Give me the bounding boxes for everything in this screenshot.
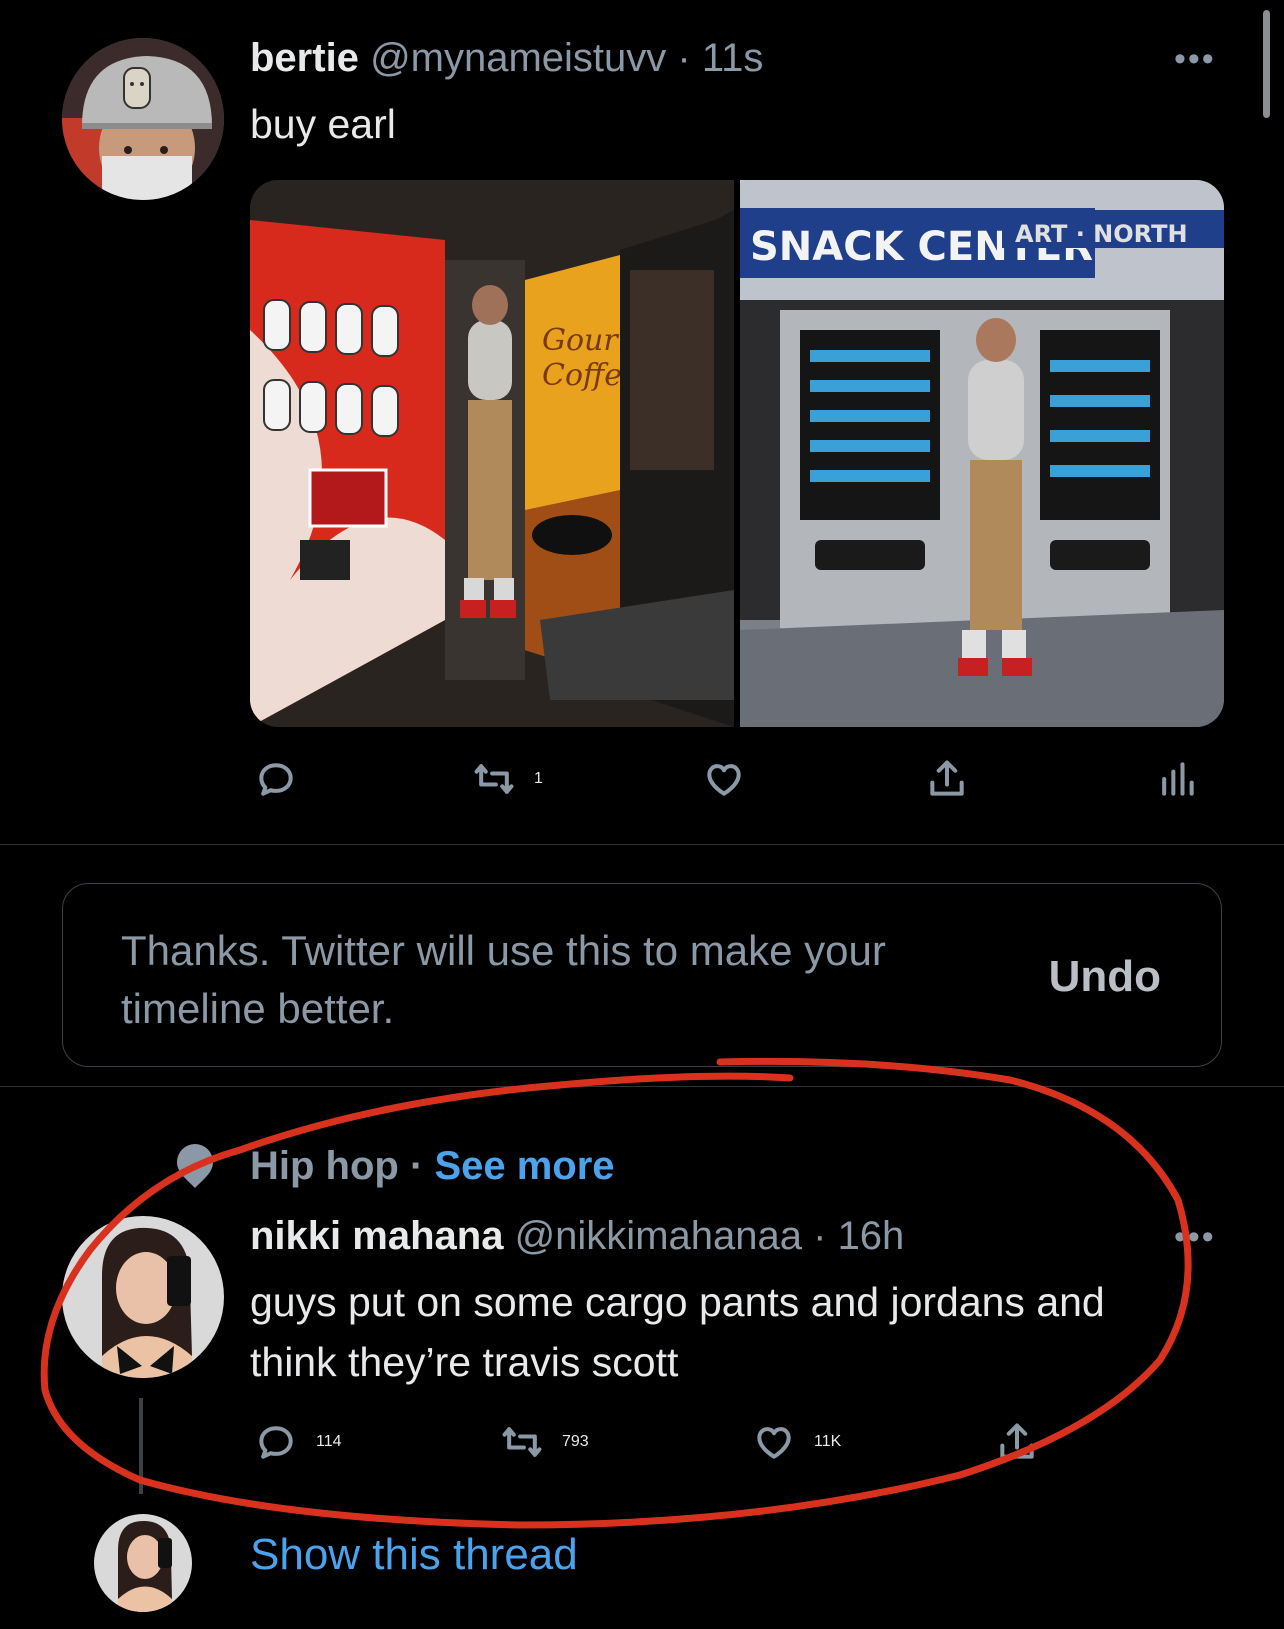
more-horizontal-icon[interactable]: ••• [1174, 40, 1216, 79]
thread-avatar[interactable] [94, 1514, 192, 1612]
retweet-icon [474, 764, 514, 794]
share-button[interactable] [995, 1420, 1039, 1464]
topic-icon [177, 1144, 213, 1188]
retweet-count: 793 [562, 1433, 589, 1450]
social-context: Hip hop · See more [250, 1144, 615, 1189]
avatar[interactable] [62, 1216, 224, 1378]
timestamp[interactable]: 16h [838, 1214, 905, 1258]
like-button[interactable]: 11K [752, 1420, 841, 1464]
feedback-notice: Thanks. Twitter will use this to make yo… [62, 883, 1222, 1067]
avatar[interactable] [62, 38, 224, 200]
photo-snack-center[interactable]: SNACK CENTER ART · NORTH [740, 180, 1224, 727]
photo-vending-coffee[interactable]: Gourmet Coffee [250, 180, 734, 727]
tweet-text: buy earl [250, 101, 396, 147]
share-icon [1000, 1423, 1034, 1459]
retweet-count: 1 [534, 770, 543, 787]
analytics-button[interactable] [1155, 757, 1199, 801]
separator-dot: · [677, 36, 691, 80]
tweet-header: nikki mahana @nikkimahanaa · 16h [250, 1214, 904, 1259]
timestamp[interactable]: 11s [702, 36, 764, 80]
divider [0, 844, 1284, 845]
analytics-icon [1162, 762, 1194, 796]
like-count: 11K [814, 1433, 842, 1450]
retweet-button[interactable]: 1 [472, 757, 543, 801]
reply-count: 114 [316, 1433, 342, 1450]
share-button[interactable] [925, 757, 969, 801]
separator-dot: · [813, 1214, 827, 1258]
thread-connector [139, 1398, 143, 1494]
retweet-button[interactable]: 793 [500, 1420, 589, 1464]
reply-icon [259, 1426, 293, 1459]
display-name[interactable]: nikki mahana [250, 1214, 503, 1258]
tweet-bertie[interactable]: bertie @mynameistuvv · 11s ••• buy earl [0, 0, 1284, 840]
show-thread-link[interactable]: Show this thread [250, 1530, 578, 1580]
reply-button[interactable]: 114 [254, 1420, 342, 1464]
retweet-icon [502, 1427, 542, 1457]
handle[interactable]: @nikkimahanaa [515, 1214, 802, 1258]
divider [0, 1086, 1284, 1087]
handle[interactable]: @mynameistuvv [370, 36, 666, 80]
reply-button[interactable] [254, 757, 316, 801]
like-icon [707, 764, 741, 796]
share-icon [930, 760, 964, 796]
media-grid[interactable]: Gourmet Coffee SNACK CENTER ART · NORTH [250, 180, 1224, 727]
reply-icon [259, 763, 293, 796]
display-name[interactable]: bertie [250, 36, 359, 80]
like-icon [757, 1427, 791, 1459]
topic-label[interactable]: Hip hop [250, 1144, 399, 1188]
more-horizontal-icon[interactable]: ••• [1174, 1218, 1216, 1257]
see-more-link[interactable]: See more [434, 1144, 614, 1188]
like-button[interactable] [702, 757, 764, 801]
undo-button[interactable]: Undo [1049, 952, 1161, 1002]
art-north-sign: ART · NORTH [1015, 220, 1188, 248]
tweet-text: guys put on some cargo pants and jordans… [250, 1279, 1105, 1385]
tweet-header: bertie @mynameistuvv · 11s [250, 36, 763, 81]
separator-dot: · [409, 1144, 424, 1188]
notice-text: Thanks. Twitter will use this to make yo… [121, 927, 886, 1032]
